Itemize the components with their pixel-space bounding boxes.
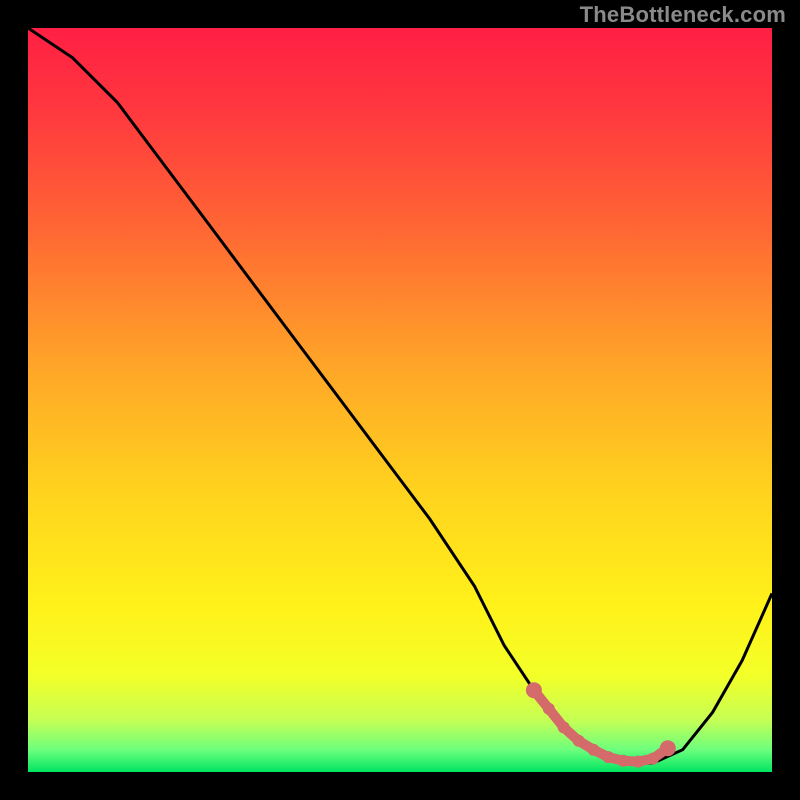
watermark-text: TheBottleneck.com — [580, 2, 786, 28]
trough-marker-group — [526, 682, 676, 767]
trough-marker — [632, 756, 644, 768]
chart-frame: TheBottleneck.com — [0, 0, 800, 800]
trough-marker — [602, 751, 614, 763]
trough-marker — [573, 735, 585, 747]
curve-layer — [28, 28, 772, 772]
trough-marker — [587, 744, 599, 756]
trough-connector — [534, 690, 668, 761]
trough-marker — [558, 721, 570, 733]
trough-marker — [647, 753, 659, 765]
trough-marker — [617, 755, 629, 767]
trough-marker — [660, 740, 676, 756]
bottleneck-curve — [28, 28, 772, 763]
plot-area — [28, 28, 772, 772]
trough-marker — [526, 682, 542, 698]
trough-marker — [543, 703, 555, 715]
